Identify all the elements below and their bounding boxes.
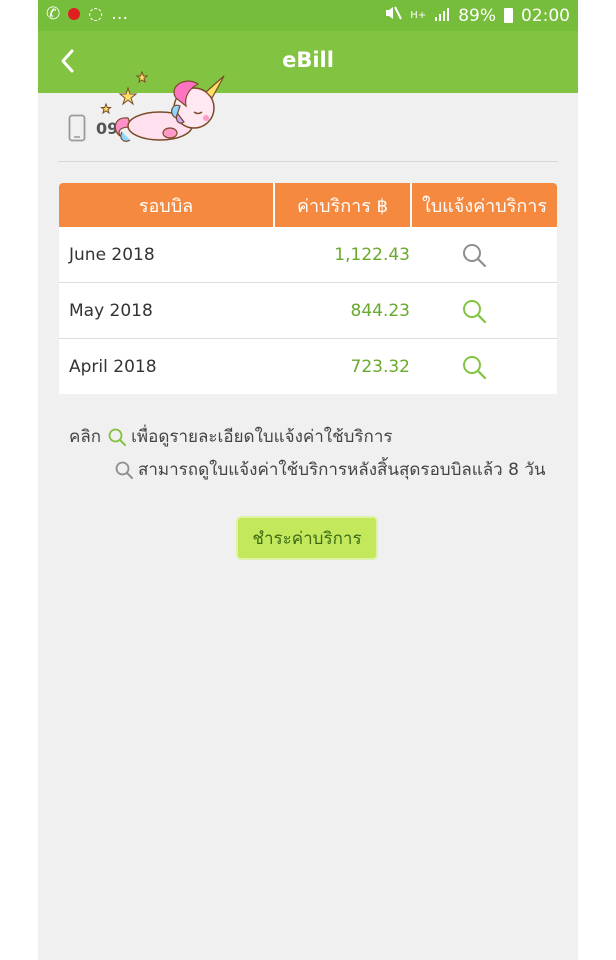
search-icon bbox=[107, 427, 127, 447]
search-icon bbox=[462, 355, 486, 379]
table-row: April 2018 723.32 bbox=[59, 339, 557, 394]
bill-period: May 2018 bbox=[69, 300, 153, 321]
status-right: H+ 89% 02:00 bbox=[384, 5, 570, 26]
sync-icon: ◌ bbox=[88, 4, 104, 24]
note-availability: สามารถดูใบแจ้งค่าใช้บริการหลังสิ้นสุดรอบ… bbox=[108, 456, 546, 483]
column-header-invoice: ใบแจ้งค่าบริการ bbox=[421, 195, 548, 217]
pay-bill-button[interactable]: ชำระค่าบริการ bbox=[236, 516, 378, 560]
bill-amount: 844.23 bbox=[350, 300, 410, 321]
unicorn-sticker-icon bbox=[100, 70, 225, 142]
note-text: สามารถดูใบแจ้งค่าใช้บริการหลังสิ้นสุดรอบ… bbox=[138, 460, 546, 480]
search-icon bbox=[462, 243, 486, 267]
search-icon bbox=[114, 460, 134, 480]
bill-period: April 2018 bbox=[69, 356, 157, 377]
phone-call-icon: ✆ bbox=[46, 4, 61, 24]
table-header: รอบบิล ค่าบริการ ฿ ใบแจ้งค่าบริการ bbox=[59, 183, 557, 227]
bill-table: รอบบิล ค่าบริการ ฿ ใบแจ้งค่าบริการ June … bbox=[59, 183, 557, 394]
view-invoice-button[interactable] bbox=[410, 298, 557, 324]
signal-icon bbox=[434, 6, 450, 26]
column-header-amount: ค่าบริการ ฿ bbox=[275, 183, 412, 227]
mute-icon bbox=[384, 5, 403, 26]
table-row: June 2018 1,122.43 bbox=[59, 227, 557, 283]
note-text: เพื่อดูรายละเอียดใบแจ้งค่าใช้บริการ bbox=[131, 427, 393, 447]
view-invoice-button[interactable] bbox=[410, 242, 557, 268]
column-header-period: รอบบิล bbox=[59, 183, 275, 227]
note-prefix: คลิก bbox=[69, 427, 102, 447]
bill-amount: 1,122.43 bbox=[334, 244, 410, 265]
note-click-to-view: คลิก เพื่อดูรายละเอียดใบแจ้งค่าใช้บริการ bbox=[69, 423, 393, 450]
clock: 02:00 bbox=[521, 5, 570, 26]
recording-icon bbox=[68, 8, 81, 20]
view-invoice-button[interactable] bbox=[410, 354, 557, 380]
status-bar: ✆ ◌ … H+ 89% 02:00 bbox=[38, 0, 578, 31]
search-icon bbox=[462, 299, 486, 323]
app-screen: ✆ ◌ … H+ 89% 02:00 eBill 09 รอบบิล ค่าบร… bbox=[38, 0, 578, 960]
more-icon: … bbox=[111, 4, 129, 24]
battery-icon bbox=[504, 8, 513, 23]
bill-period: June 2018 bbox=[69, 244, 155, 265]
mobile-phone-icon bbox=[68, 114, 86, 142]
table-row: May 2018 844.23 bbox=[59, 283, 557, 339]
divider bbox=[58, 161, 558, 162]
network-type: H+ bbox=[410, 10, 427, 21]
battery-level: 89% bbox=[458, 5, 496, 26]
status-left: ✆ ◌ … bbox=[46, 4, 128, 24]
bill-amount: 723.32 bbox=[350, 356, 410, 377]
